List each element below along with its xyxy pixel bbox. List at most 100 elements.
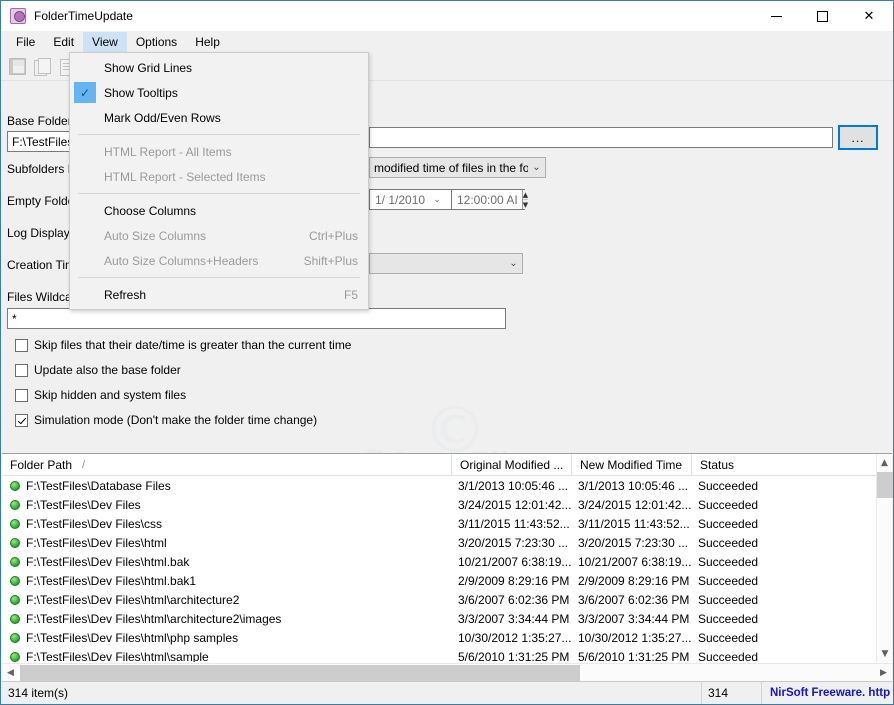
checkbox-update-base-folder[interactable]: Update also the base folder	[15, 363, 181, 377]
checkbox-label: Skip files that their date/time is great…	[34, 338, 352, 352]
base-folder-label: Base Folder:	[7, 114, 76, 128]
cell-original-modified: 3/11/2015 11:43:52...	[458, 516, 570, 531]
menu-item-shortcut: F5	[343, 287, 358, 302]
menu-file[interactable]: File	[7, 32, 44, 53]
checkbox-box[interactable]	[15, 388, 28, 402]
menu-item-label: Show Tooltips	[104, 85, 178, 100]
save-icon[interactable]	[9, 58, 26, 75]
table-row[interactable]: F:\TestFiles\Dev Files\html\architecture…	[2, 590, 876, 609]
maximize-button[interactable]	[799, 1, 845, 31]
scroll-down-icon[interactable]: ▼	[877, 645, 893, 662]
cell-status: Succeeded	[698, 611, 759, 626]
spinner-down-icon[interactable]: ▼	[522, 200, 529, 209]
cell-folder-path: F:\TestFiles\Dev Files\html\architecture…	[2, 590, 452, 609]
menu-view[interactable]: View	[83, 31, 127, 53]
menu-item-show-tooltips[interactable]: ✓ Show Tooltips	[70, 80, 368, 105]
base-folder-label-row: Base Folder:	[7, 114, 75, 128]
path-input[interactable]	[369, 127, 833, 148]
checkbox-box[interactable]	[15, 363, 28, 377]
cell-new-modified: 5/6/2010 1:31:25 PM	[578, 649, 690, 663]
table-row[interactable]: F:\TestFiles\Dev Files\html\sample 5/6/2…	[2, 647, 876, 662]
copy-icon[interactable]	[34, 58, 51, 76]
scroll-right-icon[interactable]: ▶	[875, 664, 892, 682]
menu-item-refresh[interactable]: Refresh F5	[70, 282, 368, 307]
menu-item-auto-size-columns[interactable]: Auto Size Columns Ctrl+Plus	[70, 223, 368, 248]
table-row[interactable]: F:\TestFiles\Dev Files\html\php samples …	[2, 628, 876, 647]
menu-item-label: Auto Size Columns	[104, 228, 207, 243]
window-controls: ✕	[753, 1, 893, 31]
time-source-combo[interactable]: modified time of files in the folde ⌄	[369, 157, 546, 178]
vertical-scrollbar[interactable]: ▲ ▼	[876, 454, 893, 662]
column-header-folder-path[interactable]: Folder Path /	[2, 454, 452, 476]
vertical-scrollbar-thumb[interactable]	[877, 472, 893, 498]
folder-clock-icon	[10, 8, 26, 24]
checkbox-box[interactable]	[15, 338, 28, 352]
cell-status: Succeeded	[698, 554, 759, 569]
results-list: Folder Path / Original Modified ... New …	[2, 453, 893, 681]
table-row[interactable]: F:\TestFiles\Dev Files\html\architecture…	[2, 609, 876, 628]
time-source-combo-value: modified time of files in the folde	[374, 160, 528, 175]
files-wildcard-label: Files Wildcar	[7, 290, 76, 304]
folder-path-text: F:\TestFiles\Dev Files\html\architecture…	[26, 592, 240, 607]
column-header-status[interactable]: Status	[692, 454, 876, 476]
checkbox-simulation-mode[interactable]: Simulation mode (Don't make the folder t…	[15, 413, 317, 427]
horizontal-scrollbar[interactable]: ◀ ▶	[2, 663, 892, 681]
folder-path-text: F:\TestFiles\Database Files	[26, 478, 171, 493]
folder-path-text: F:\TestFiles\Dev Files\html.bak	[26, 554, 190, 569]
cell-new-modified: 3/20/2015 7:23:30 ...	[578, 535, 689, 550]
checkbox-skip-future-files[interactable]: Skip files that their date/time is great…	[15, 338, 351, 352]
nirsoft-link[interactable]: NirSoft Freeware. http	[762, 682, 892, 704]
time-picker[interactable]: 12:00:00 AI ▲ ▼	[451, 189, 529, 210]
checkbox-box[interactable]	[15, 413, 28, 427]
subfolders-depth-label-row: Subfolders D	[7, 162, 76, 176]
menu-help[interactable]: Help	[186, 32, 229, 53]
table-row[interactable]: F:\TestFiles\Dev Files\html.bak1 2/9/200…	[2, 571, 876, 590]
scroll-up-icon[interactable]: ▲	[877, 454, 892, 471]
menu-item-shortcut: Shift+Plus	[303, 253, 358, 268]
status-ok-icon	[10, 518, 20, 529]
horizontal-scrollbar-thumb[interactable]	[20, 665, 580, 681]
column-header-original-modified[interactable]: Original Modified ...	[452, 454, 572, 476]
browse-button[interactable]: ...	[838, 125, 878, 150]
cell-new-modified: 3/11/2015 11:43:52...	[578, 516, 690, 531]
date-picker-value: 1/ 1/2010	[375, 192, 426, 207]
scroll-left-icon[interactable]: ◀	[2, 664, 19, 682]
menu-options[interactable]: Options	[127, 32, 186, 53]
status-ok-icon	[10, 537, 20, 548]
table-row[interactable]: F:\TestFiles\Database Files 3/1/2013 10:…	[2, 476, 876, 495]
close-button[interactable]: ✕	[845, 1, 893, 31]
chevron-down-icon: ⌄	[532, 162, 541, 173]
time-spinner[interactable]: ▲ ▼	[521, 190, 529, 209]
menu-item-show-grid-lines[interactable]: Show Grid Lines	[70, 55, 368, 80]
column-header-new-modified[interactable]: New Modified Time	[572, 454, 692, 476]
cell-original-modified: 10/30/2012 1:35:27...	[458, 630, 572, 645]
folder-path-text: F:\TestFiles\Dev Files\html\php samples	[26, 630, 239, 645]
menu-item-auto-size-columns-headers[interactable]: Auto Size Columns+Headers Shift+Plus	[70, 248, 368, 273]
spinner-up-icon[interactable]: ▲	[522, 190, 529, 200]
check-icon: ✓	[74, 82, 96, 103]
folder-path-text: F:\TestFiles\Dev Files\html	[26, 535, 167, 550]
table-row[interactable]: F:\TestFiles\Dev Files\html 3/20/2015 7:…	[2, 533, 876, 552]
table-row[interactable]: F:\TestFiles\Dev Files\html.bak 10/21/20…	[2, 552, 876, 571]
cell-folder-path: F:\TestFiles\Dev Files\html\php samples	[2, 628, 452, 647]
menu-edit[interactable]: Edit	[44, 32, 83, 53]
menu-item-html-report-all[interactable]: HTML Report - All Items	[70, 139, 368, 164]
menu-item-html-report-selected[interactable]: HTML Report - Selected Items	[70, 164, 368, 189]
column-label: Original Modified ...	[460, 458, 564, 472]
folder-path-text: F:\TestFiles\Dev Files	[26, 497, 141, 512]
menu-item-choose-columns[interactable]: Choose Columns	[70, 198, 368, 223]
checkbox-skip-hidden-system[interactable]: Skip hidden and system files	[15, 388, 186, 402]
date-picker[interactable]: 1/ 1/2010 ⌄	[369, 189, 459, 210]
menu-item-mark-odd-even-rows[interactable]: Mark Odd/Even Rows	[70, 105, 368, 130]
table-row[interactable]: F:\TestFiles\Dev Files 3/24/2015 12:01:4…	[2, 495, 876, 514]
empty-folders-label: Empty Folder	[7, 194, 79, 208]
folder-path-text: F:\TestFiles\Dev Files\css	[26, 516, 163, 531]
menu-separator	[78, 277, 360, 278]
log-display-combo[interactable]: ⌄	[369, 253, 523, 274]
cell-status: Succeeded	[698, 630, 759, 645]
minimize-button[interactable]	[753, 1, 799, 31]
chevron-down-icon: ⌄	[509, 258, 518, 269]
table-row[interactable]: F:\TestFiles\Dev Files\css 3/11/2015 11:…	[2, 514, 876, 533]
cell-folder-path: F:\TestFiles\Dev Files\css	[2, 514, 452, 533]
files-wildcard-input[interactable]: *	[7, 308, 506, 329]
